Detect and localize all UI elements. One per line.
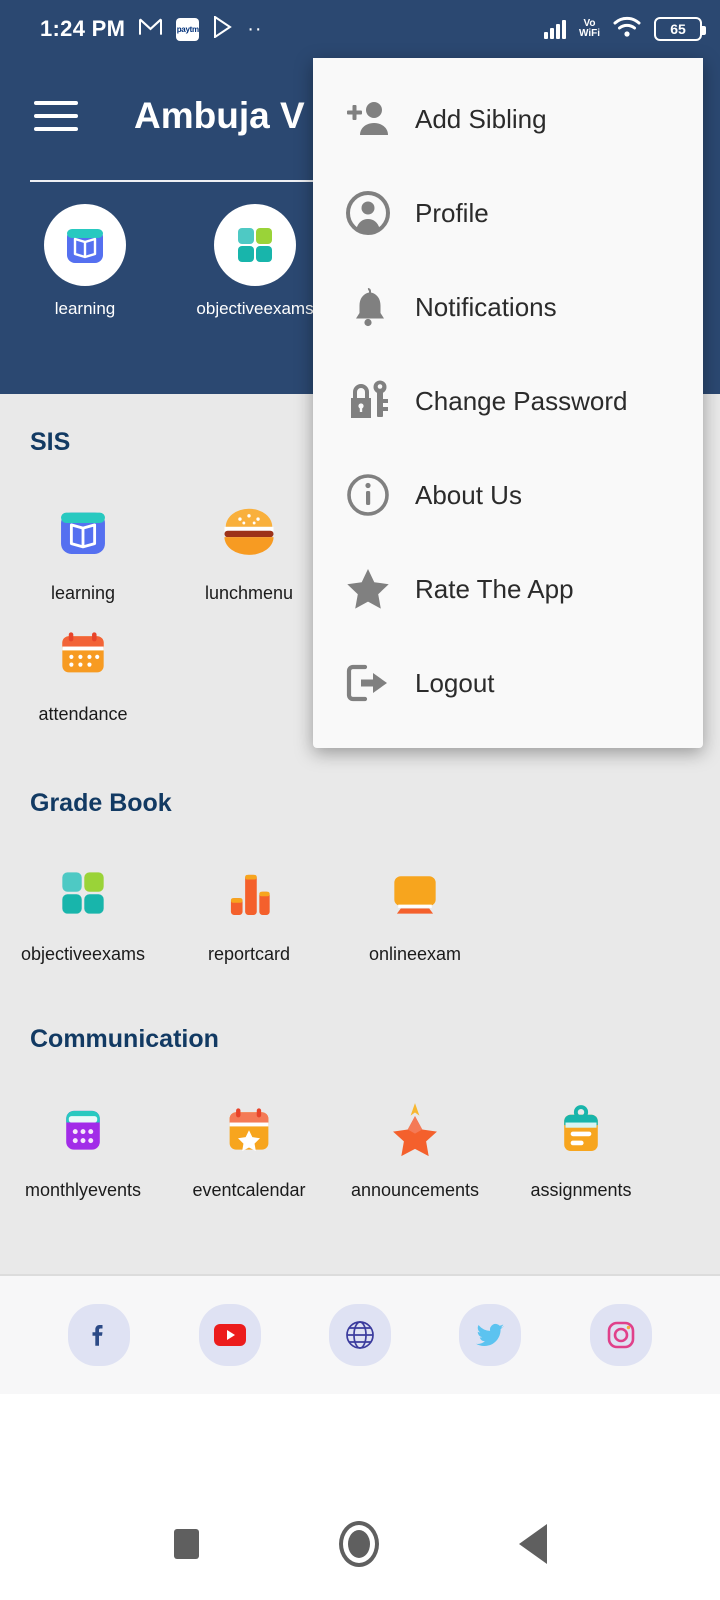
status-bar-left: 1:24 PM paytm ·· xyxy=(40,14,263,43)
menu-item-rate-the-app[interactable]: Rate The App xyxy=(313,542,703,636)
signal-icon xyxy=(543,19,566,39)
calendar-star-icon xyxy=(214,1094,284,1164)
battery-level: 65 xyxy=(670,21,686,37)
calendar-icon xyxy=(48,618,118,688)
tile-reportcard[interactable]: reportcard xyxy=(166,844,332,965)
info-circle-icon xyxy=(335,472,401,518)
volte-wifi-icon: Vo WiFi xyxy=(578,18,600,39)
book-icon xyxy=(44,204,126,286)
account-circle-icon xyxy=(335,190,401,236)
menu-item-label: Logout xyxy=(415,667,495,698)
menu-item-label: About Us xyxy=(415,479,522,510)
tile-assignments[interactable]: assignments xyxy=(498,1080,664,1201)
tile-learning[interactable]: learning xyxy=(0,483,166,604)
back-button[interactable] xyxy=(518,1524,547,1564)
gmail-icon xyxy=(139,18,163,41)
tile-label: reportcard xyxy=(207,944,291,964)
menu-item-label: Profile xyxy=(415,197,489,228)
tile-label: attendance xyxy=(38,704,128,724)
tile-eventcalendar[interactable]: eventcalendar xyxy=(166,1080,332,1201)
tile-onlineexam[interactable]: onlineexam xyxy=(332,844,498,965)
hamburger-icon[interactable] xyxy=(34,101,78,131)
tile-lunchmenu[interactable]: lunchmenu xyxy=(166,483,332,604)
tile-label: announcements xyxy=(350,1180,480,1200)
tile-label: lunchmenu xyxy=(204,583,294,603)
facebook-icon[interactable] xyxy=(68,1304,131,1366)
star-icon xyxy=(335,566,401,612)
monitor-icon xyxy=(380,858,450,928)
tile-label: onlineexam xyxy=(368,944,462,964)
menu-item-notifications[interactable]: Notifications xyxy=(313,260,703,354)
paytm-icon: paytm xyxy=(176,17,200,41)
grid-squares-icon xyxy=(214,204,296,286)
page-title: Ambuja V xyxy=(134,95,305,136)
tile-label: learning xyxy=(50,583,116,603)
tile-label: eventcalendar xyxy=(192,1180,306,1200)
shortcut-label: objectiveexams xyxy=(196,299,314,318)
status-time: 1:24 PM xyxy=(40,16,126,41)
menu-item-profile[interactable]: Profile xyxy=(313,166,703,260)
battery-icon: 65 xyxy=(654,17,706,41)
home-button[interactable] xyxy=(338,1521,379,1567)
burger-icon xyxy=(214,497,284,567)
overflow-menu: Add Sibling Profile Notifications Change… xyxy=(313,58,703,748)
menu-item-label: Change Password xyxy=(415,385,628,416)
social-links-bar xyxy=(0,1274,720,1394)
tile-objectiveexams[interactable]: objectiveexams xyxy=(0,844,166,965)
wifi-icon xyxy=(613,16,641,43)
tile-monthlyevents[interactable]: monthlyevents xyxy=(0,1080,166,1201)
grid-squares-icon xyxy=(48,858,118,928)
section-title-communication: Communication xyxy=(30,1025,219,1053)
youtube-icon[interactable] xyxy=(198,1304,261,1366)
menu-item-add-sibling[interactable]: Add Sibling xyxy=(313,72,703,166)
tile-announcements[interactable]: announcements xyxy=(332,1080,498,1201)
instagram-icon[interactable] xyxy=(589,1304,652,1366)
lock-key-icon xyxy=(335,377,401,425)
menu-item-change-password[interactable]: Change Password xyxy=(313,354,703,448)
logout-arrow-icon xyxy=(335,661,401,705)
play-store-icon xyxy=(213,14,233,43)
more-dots-icon: ·· xyxy=(247,18,263,40)
bell-icon xyxy=(335,284,401,330)
bar-chart-icon xyxy=(214,858,284,928)
status-bar-right: Vo WiFi 65 xyxy=(543,16,706,43)
tile-label: monthlyevents xyxy=(24,1180,142,1200)
star-burst-icon xyxy=(380,1094,450,1164)
recents-button[interactable] xyxy=(173,1529,199,1559)
clipboard-icon xyxy=(546,1094,616,1164)
purple-calendar-icon xyxy=(48,1094,118,1164)
website-globe-icon[interactable] xyxy=(328,1304,391,1366)
android-nav-bar xyxy=(0,1488,720,1600)
menu-item-label: Rate The App xyxy=(415,573,574,604)
menu-item-label: Notifications xyxy=(415,291,557,322)
shortcut-label: learning xyxy=(54,299,116,318)
tile-label: assignments xyxy=(530,1180,632,1200)
shortcut-learning[interactable]: learning xyxy=(0,204,170,319)
section-grid-communication: monthlyevents eventcalendar announcement… xyxy=(0,1054,720,1201)
person-add-icon xyxy=(335,97,401,141)
tile-label: objectiveexams xyxy=(20,944,146,964)
menu-item-logout[interactable]: Logout xyxy=(313,636,703,730)
twitter-icon[interactable] xyxy=(459,1304,522,1366)
menu-item-about-us[interactable]: About Us xyxy=(313,448,703,542)
menu-item-label: Add Sibling xyxy=(415,103,547,134)
section-grid-grade-book: objectiveexams reportcard onlineexam xyxy=(0,818,720,965)
status-bar: 1:24 PM paytm ·· Vo WiFi 65 xyxy=(0,0,720,58)
book-icon xyxy=(48,497,118,567)
tile-attendance[interactable]: attendance xyxy=(0,604,166,725)
